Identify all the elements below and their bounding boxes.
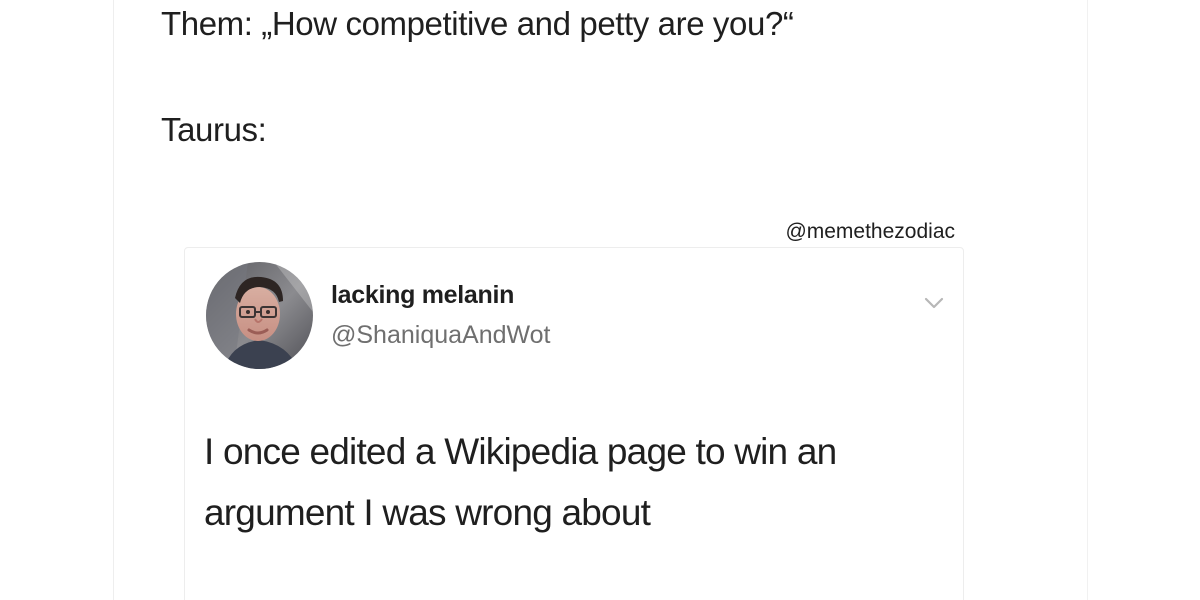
- meme-caption-line-2: Taurus:: [161, 111, 267, 148]
- user-avatar-image: [206, 262, 313, 369]
- chevron-down-icon[interactable]: [921, 292, 947, 314]
- chevron-down-icon-svg: [924, 297, 944, 309]
- right-divider: [1087, 0, 1088, 600]
- tweet-user-handle[interactable]: @ShaniquaAndWot: [331, 320, 551, 350]
- tweet-text: I once edited a Wikipedia page to win an…: [204, 431, 837, 533]
- meme-caption-line-1: Them: „How competitive and petty are you…: [161, 5, 794, 42]
- meme-page: Them: „How competitive and petty are you…: [0, 0, 1200, 600]
- left-divider: [113, 0, 114, 600]
- watermark-handle: @memethezodiac: [785, 220, 955, 243]
- avatar[interactable]: [206, 262, 313, 369]
- tweet-card: lacking melanin @ShaniquaAndWot I once e…: [184, 247, 964, 600]
- tweet-user-name[interactable]: lacking melanin: [331, 280, 514, 310]
